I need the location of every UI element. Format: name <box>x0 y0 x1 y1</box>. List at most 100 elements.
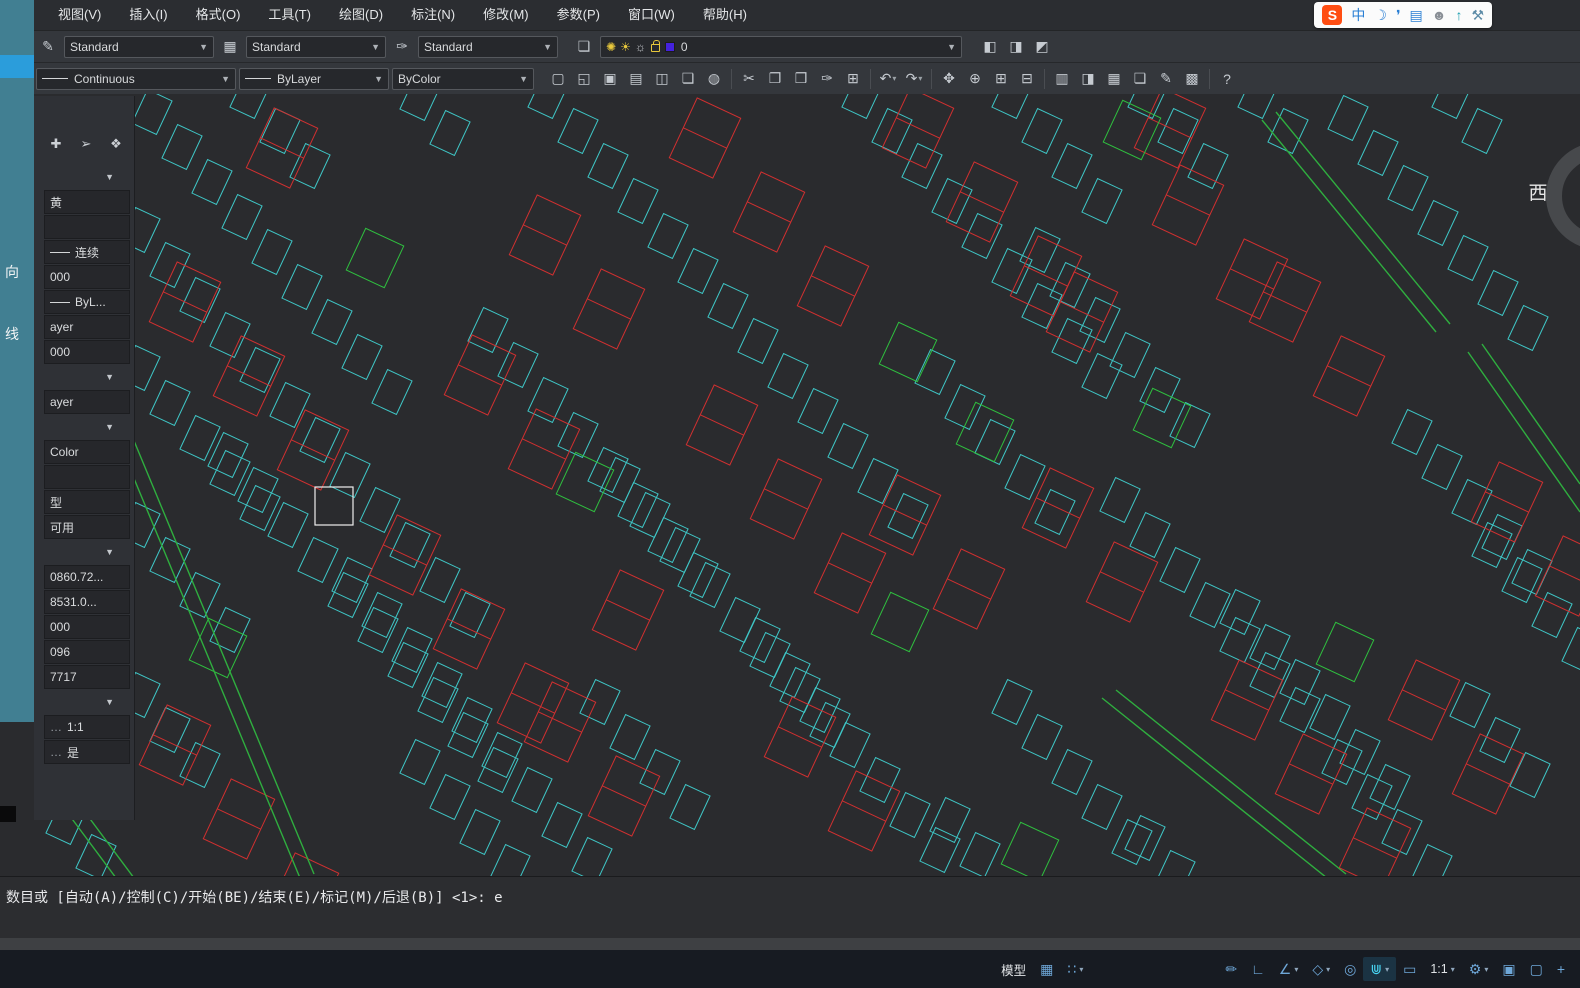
publish-button[interactable]: ❏ <box>676 67 700 91</box>
cut-button[interactable]: ✂ <box>737 67 761 91</box>
menu-item[interactable]: 窗口(W) <box>614 0 689 30</box>
property-row[interactable]: 黄 <box>44 190 130 214</box>
current-style-combo[interactable]: Standard ▼ <box>418 35 558 58</box>
layer-on-bulb-icon[interactable]: ✺ <box>606 40 616 54</box>
layer-previous-button[interactable]: ◨ <box>1004 35 1028 59</box>
dimension-style-combo[interactable]: Standard ▼ <box>246 35 386 58</box>
quick-calc-button[interactable]: ▩ <box>1180 67 1204 91</box>
annotate-style-button[interactable]: ✎ <box>36 35 60 59</box>
layer-states-button[interactable]: ◩ <box>1030 35 1054 59</box>
property-row[interactable] <box>44 465 130 489</box>
zoom-realtime-button[interactable]: ⊕ <box>963 67 987 91</box>
punctuation-icon[interactable]: ❜ <box>1396 2 1401 28</box>
palette-dock-highlight[interactable] <box>0 55 34 78</box>
toggle-pickadd-icon[interactable]: ✚ <box>48 136 64 152</box>
save-button[interactable]: ▣ <box>598 67 622 91</box>
copy-button[interactable]: ❐ <box>763 67 787 91</box>
multileader-style-button[interactable]: ✑ <box>390 35 414 59</box>
open-button[interactable]: ◱ <box>572 67 596 91</box>
snap-toggle[interactable]: ∷ ▾ <box>1060 957 1090 981</box>
grid-toggle[interactable]: ▦ <box>1033 957 1060 981</box>
property-row[interactable]: 连续 <box>44 240 130 264</box>
layer-freeze-sun-icon[interactable]: ☀ <box>620 40 631 54</box>
command-line-panel[interactable]: 数目或 [自动(A)/控制(C)/开始(BE)/结束(E)/标记(M)/后退(B… <box>0 876 1580 938</box>
property-category-header[interactable]: ▼ <box>38 165 130 189</box>
property-row[interactable]: 7717 <box>44 665 130 689</box>
menu-item[interactable]: 格式(O) <box>182 0 255 30</box>
palette-anchor-box[interactable] <box>0 806 16 822</box>
ortho-toggle[interactable]: ∟ <box>1244 957 1272 981</box>
property-row[interactable]: 000 <box>44 265 130 289</box>
property-row[interactable]: 096 <box>44 640 130 664</box>
property-row[interactable]: 8531.0... <box>44 590 130 614</box>
property-row[interactable]: ayer <box>44 390 130 414</box>
menu-item[interactable]: 帮助(H) <box>689 0 761 30</box>
person-icon[interactable]: ☻ <box>1432 2 1447 28</box>
pan-button[interactable]: ✥ <box>937 67 961 91</box>
workspace-switching-button[interactable]: ⚙ ▾ <box>1462 957 1496 981</box>
property-row[interactable]: 型 <box>44 490 130 514</box>
menu-item[interactable]: 工具(T) <box>254 0 325 30</box>
web-button[interactable]: ◍ <box>702 67 726 91</box>
properties-button[interactable]: ▥ <box>1050 67 1074 91</box>
wrench-icon[interactable]: ⚒ <box>1471 2 1484 28</box>
linetype-combo[interactable]: Continuous ▼ <box>36 67 236 90</box>
menu-item[interactable]: 参数(P) <box>543 0 614 30</box>
property-category-header[interactable]: ▼ <box>38 540 130 564</box>
undo-button[interactable]: ↶ ▾ <box>876 67 900 91</box>
property-category-header[interactable]: ▼ <box>38 690 130 714</box>
annotation-scale-button[interactable]: 1:1 ▾ <box>1423 957 1461 981</box>
tool-palettes-button[interactable]: ▦ <box>1102 67 1126 91</box>
property-row[interactable]: 000 <box>44 615 130 639</box>
table-style-button[interactable]: ▦ <box>218 35 242 59</box>
menu-item[interactable]: 绘图(D) <box>325 0 397 30</box>
annotation-monitor-button[interactable]: ▣ <box>1495 957 1522 981</box>
help-button[interactable]: ? <box>1215 67 1239 91</box>
menu-item[interactable]: 插入(I) <box>115 0 181 30</box>
moon-mode-icon[interactable]: ☽ <box>1374 2 1387 28</box>
property-row[interactable]: 0860.72... <box>44 565 130 589</box>
text-style-combo[interactable]: Standard ▼ <box>64 35 214 58</box>
clean-screen-button[interactable]: ▢ <box>1523 957 1550 981</box>
zoom-previous-button[interactable]: ⊟ <box>1015 67 1039 91</box>
layer-properties-button[interactable]: ❏ <box>572 35 596 59</box>
plot-button[interactable]: ▤ <box>624 67 648 91</box>
drawing-canvas[interactable]: 西 <box>0 94 1580 876</box>
isodraft-toggle[interactable]: ◇ ▾ <box>1305 957 1337 981</box>
layer-color-swatch[interactable] <box>664 41 675 52</box>
dynamic-input-toggle[interactable]: ✏ <box>1218 957 1244 981</box>
ime-toolbar[interactable]: S 中 ☽ ❜ ▤ ☻ ↑ ⚒ <box>1314 2 1492 28</box>
property-row[interactable]: … 是 <box>44 740 130 764</box>
quick-select-icon[interactable]: ❖ <box>108 136 124 152</box>
menu-item[interactable]: 标注(N) <box>397 0 469 30</box>
property-row[interactable]: … 1:1 <box>44 715 130 739</box>
keyboard-icon[interactable]: ▤ <box>1409 2 1422 28</box>
sheet-set-manager-button[interactable]: ❏ <box>1128 67 1152 91</box>
menu-item[interactable]: 视图(V) <box>44 0 115 30</box>
lineweight-toggle[interactable]: ▭ <box>1396 957 1423 981</box>
markup-button[interactable]: ✎ <box>1154 67 1178 91</box>
plot-preview-button[interactable]: ◫ <box>650 67 674 91</box>
lineweight-combo[interactable]: ByLayer ▼ <box>239 67 389 90</box>
property-category-header[interactable]: ▼ <box>38 365 130 389</box>
sogou-logo-icon[interactable]: S <box>1322 5 1343 25</box>
palette-dock-bar[interactable]: 向线 <box>0 0 34 722</box>
up-arrow-icon[interactable]: ↑ <box>1455 2 1462 28</box>
design-center-button[interactable]: ◨ <box>1076 67 1100 91</box>
zoom-window-button[interactable]: ⊞ <box>989 67 1013 91</box>
property-row[interactable]: ByL... <box>44 290 130 314</box>
object-snap-tracking-toggle[interactable]: ◎ <box>1337 957 1363 981</box>
customize-button[interactable]: + <box>1550 957 1572 981</box>
match-properties-button[interactable]: ✑ <box>815 67 839 91</box>
menu-item[interactable]: 修改(M) <box>469 0 543 30</box>
make-object-layer-current-button[interactable]: ◧ <box>978 35 1002 59</box>
object-snap-toggle[interactable]: ⋓ ▾ <box>1363 957 1397 981</box>
property-row[interactable] <box>44 215 130 239</box>
property-row[interactable]: Color <box>44 440 130 464</box>
compass-west-label[interactable]: 西 <box>1528 183 1547 204</box>
select-objects-icon[interactable]: ➢ <box>78 136 94 152</box>
plot-style-combo[interactable]: ByColor ▼ <box>392 67 534 90</box>
polar-tracking-toggle[interactable]: ∠ ▾ <box>1272 957 1306 981</box>
layer-control-combo[interactable]: ✺ ☀ ☼ 0 ▼ <box>600 35 962 58</box>
new-button[interactable]: ▢ <box>546 67 570 91</box>
